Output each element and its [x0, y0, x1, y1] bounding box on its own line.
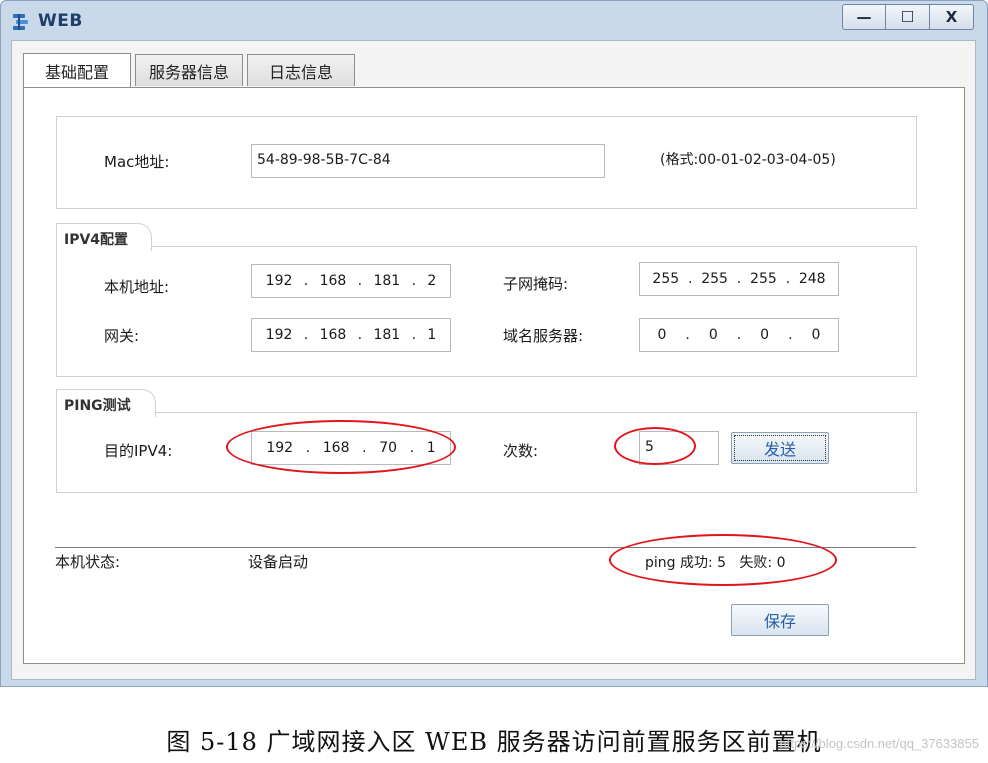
gateway-input[interactable]: 192. 168. 181. 1 [251, 318, 451, 352]
ip-octet: 255 [701, 271, 728, 287]
send-button[interactable]: 发送 [731, 432, 829, 464]
ip-octet: 181 [373, 273, 401, 289]
ip-octet: 255 [750, 271, 777, 287]
ip-octet: 192 [265, 273, 293, 289]
watermark: https://blog.csdn.net/qq_37633855 [779, 736, 980, 751]
window-title: WEB [38, 11, 83, 31]
tab-log-info[interactable]: 日志信息 [247, 54, 355, 86]
subnet-mask-input[interactable]: 255. 255. 255. 248 [639, 262, 839, 296]
subnet-mask-label: 子网掩码: [503, 275, 569, 293]
ip-octet: 168 [319, 273, 347, 289]
ip-octet: 168 [319, 327, 347, 343]
ip-octet: 0 [657, 327, 667, 343]
ip-octet: 0 [760, 327, 770, 343]
ip-octet: 0 [708, 327, 718, 343]
ping-result-text: ping 成功: 5 失败: 0 [645, 555, 786, 571]
ip-octet: 248 [798, 271, 826, 287]
local-address-input[interactable]: 192. 168. 181. 2 [251, 264, 451, 298]
gateway-label: 网关: [104, 327, 140, 345]
status-divider [55, 547, 916, 548]
ip-octet: 1 [426, 440, 436, 456]
ip-octet: 192 [266, 440, 294, 456]
dest-ipv4-input[interactable]: 192. 168. 70. 1 [251, 431, 451, 465]
ping-count-input[interactable]: 5 [639, 431, 719, 465]
maximize-button[interactable]: ☐ [886, 4, 930, 30]
dns-label: 域名服务器: [503, 327, 584, 345]
local-address-label: 本机地址: [104, 278, 170, 296]
minimize-button[interactable]: — [842, 4, 886, 30]
title-bar[interactable] [0, 0, 986, 40]
save-button[interactable]: 保存 [731, 604, 829, 636]
mac-address-input[interactable]: 54-89-98-5B-7C-84 [251, 144, 605, 178]
dest-ipv4-label: 目的IPV4: [104, 442, 173, 460]
window-controls: — ☐ X [842, 4, 975, 30]
mac-format-hint: (格式:00-01-02-03-04-05) [660, 152, 836, 168]
status-label: 本机状态: [55, 553, 121, 571]
status-value: 设备启动 [248, 553, 309, 571]
ipv4-group-title: IPV4配置 [56, 223, 152, 251]
dns-input[interactable]: 0. 0. 0. 0 [639, 318, 839, 352]
ping-group-title: PING测试 [56, 389, 156, 417]
ip-octet: 0 [811, 327, 821, 343]
ip-octet: 181 [373, 327, 401, 343]
app-logo-icon [12, 12, 32, 32]
ip-octet: 1 [427, 327, 437, 343]
ip-octet: 168 [322, 440, 350, 456]
tab-basic-config[interactable]: 基础配置 [23, 53, 131, 87]
ping-count-label: 次数: [503, 442, 539, 460]
ip-octet: 70 [379, 440, 398, 456]
close-button[interactable]: X [930, 4, 974, 30]
ip-octet: 255 [652, 271, 680, 287]
ip-octet: 192 [265, 327, 293, 343]
mac-label: Mac地址: [104, 153, 170, 171]
tab-server-info[interactable]: 服务器信息 [135, 54, 243, 86]
ip-octet: 2 [427, 273, 437, 289]
